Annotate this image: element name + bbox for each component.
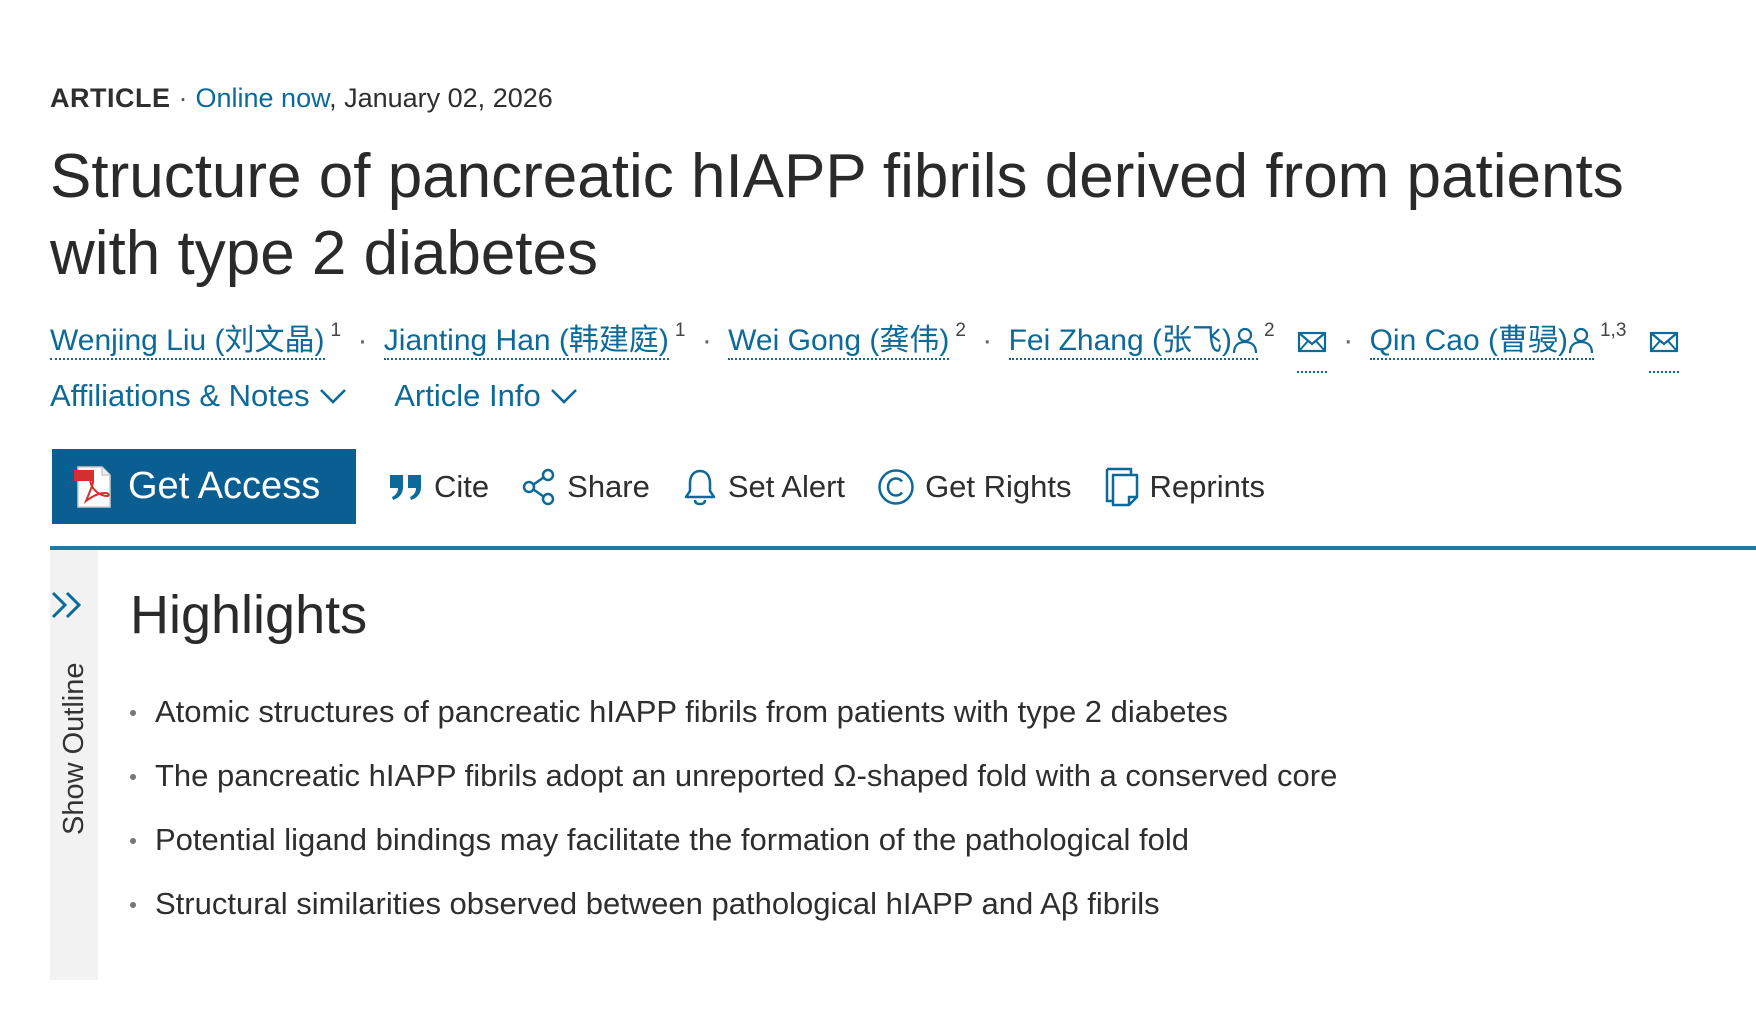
highlight-item: Structural similarities observed between… [130,872,1337,936]
copyright-icon [878,468,914,505]
author-name-text: Fei Zhang (张飞) [1008,324,1232,357]
author-link[interactable]: Fei Zhang (张飞) [1008,324,1258,360]
share-icon [522,468,555,505]
author-list: Wenjing Liu (刘文晶) 1 · Jianting Han (韩建庭) 1… [50,306,1750,373]
author-separator: · [701,324,712,357]
affiliation-marker[interactable]: 1 [675,320,686,341]
author-link[interactable]: Jianting Han (韩建庭) [383,324,669,360]
set-alert-label: Set Alert [727,468,846,504]
publication-date: , January 02, 2026 [329,83,553,113]
affiliation-marker[interactable]: 1,3 [1600,320,1626,341]
person-icon [1232,327,1258,354]
article-type: ARTICLE [50,83,171,113]
highlight-item: Atomic structures of pancreatic hIAPP fi… [130,680,1337,744]
disclosure-row: Affiliations & Notes Article Info [50,374,617,418]
online-now-link[interactable]: Online now [196,83,330,113]
reprints-label: Reprints [1149,468,1265,504]
affiliations-notes-label: Affiliations & Notes [50,378,310,413]
get-access-label: Get Access [128,465,321,507]
cite-button[interactable]: Cite [388,469,489,505]
highlights-list: Atomic structures of pancreatic hIAPP fi… [130,680,1337,936]
pdf-icon [74,465,111,508]
section-divider [50,546,1756,550]
affiliation-marker[interactable]: 1 [331,320,342,341]
person-icon [1568,327,1594,354]
bell-icon [684,469,716,505]
author-link[interactable]: Wei Gong (龚伟) [728,324,950,360]
share-button[interactable]: Share [521,468,650,506]
share-label: Share [567,468,650,504]
get-rights-label: Get Rights [925,468,1072,504]
article-title: Structure of pancreatic hIAPP fibrils de… [50,142,1624,288]
cite-label: Cite [434,468,490,504]
action-toolbar: Get Access Cite Share Set Alert Get Righ… [52,449,1265,524]
article-info-toggle[interactable]: Article Info [394,374,578,418]
get-rights-button[interactable]: Get Rights [877,468,1072,506]
author-separator: · [982,324,993,357]
author-separator: · [357,324,368,357]
show-outline-button[interactable]: Show Outline [58,663,91,836]
article-meta: ARTICLE · Online now, January 02, 2026 [50,80,553,116]
highlights-heading: Highlights [130,585,368,645]
author-separator: · [1343,324,1354,357]
affiliation-marker[interactable]: 2 [1264,320,1275,341]
mail-icon[interactable] [1296,320,1327,373]
reprints-button[interactable]: Reprints [1104,466,1265,508]
author-link[interactable]: Qin Cao (曹骎) [1369,324,1594,360]
highlight-item: Potential ligand bindings may facilitate… [130,808,1337,872]
chevron-down-icon [550,389,577,404]
chevron-down-icon [319,389,346,404]
set-alert-button[interactable]: Set Alert [682,468,845,506]
quote-icon [390,474,421,500]
get-access-button[interactable]: Get Access [52,449,356,524]
highlight-item: The pancreatic hIAPP fibrils adopt an un… [130,744,1337,808]
article-page: ARTICLE · Online now, January 02, 2026 Str… [0,0,1756,1030]
mail-icon[interactable] [1648,320,1679,373]
reprints-icon [1105,467,1138,506]
affiliation-marker[interactable]: 2 [955,320,966,341]
affiliations-notes-toggle[interactable]: Affiliations & Notes [50,374,348,418]
author-name-text: Qin Cao (曹骎) [1369,324,1568,357]
double-chevron-right-icon[interactable] [50,590,86,620]
article-info-label: Article Info [394,378,541,413]
author-link[interactable]: Wenjing Liu (刘文晶) [50,324,325,360]
meta-separator: · [178,83,188,113]
